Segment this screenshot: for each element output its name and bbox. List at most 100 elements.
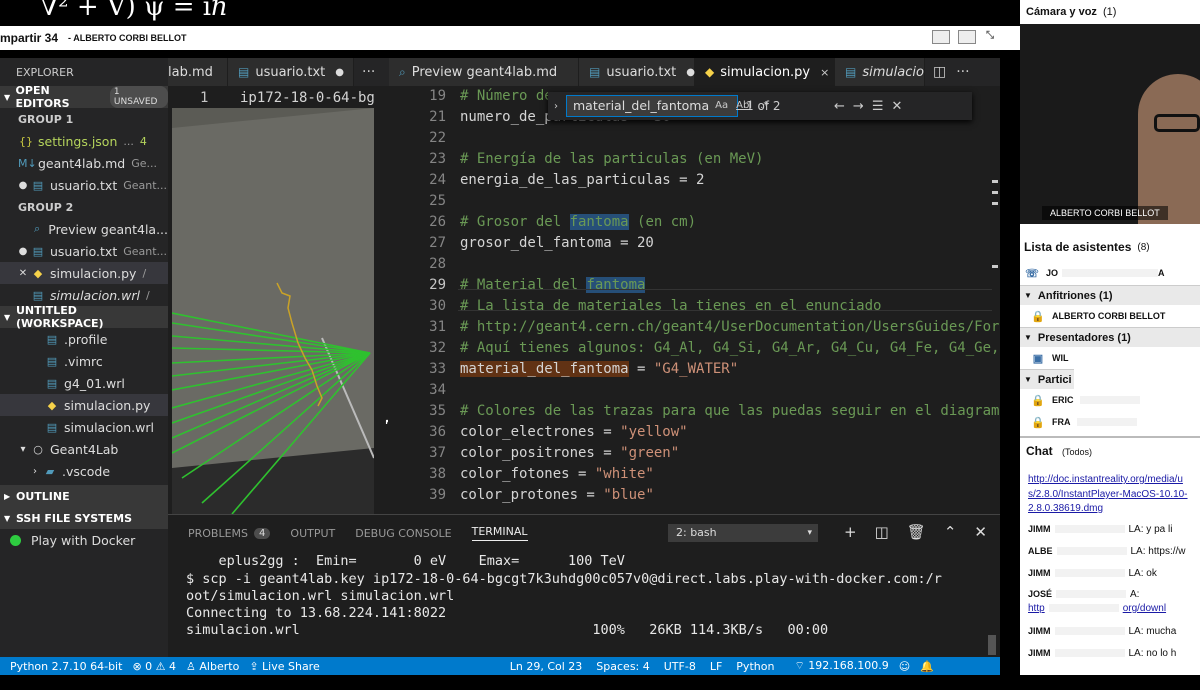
maximize-panel-icon[interactable]: ⌃ <box>944 523 957 541</box>
encoding[interactable]: UTF-8 <box>664 660 696 673</box>
code-line: # http://geant4.cern.ch/geant4/UserDocum… <box>460 317 999 338</box>
workspace-file[interactable]: ◆ simulacion.py <box>0 394 168 416</box>
network-status[interactable]: ⌔ 192.168.100.9 <box>794 659 888 673</box>
find-in-selection-icon[interactable]: ☰ <box>872 99 884 114</box>
message-text[interactable]: org/downl <box>1123 603 1166 614</box>
tab-terminal[interactable]: TERMINAL <box>471 525 528 541</box>
open-editor-simulacion-wrl[interactable]: ▤ simulacion.wrl / <box>0 284 168 306</box>
ssh-section[interactable]: ▼ SSH FILE SYSTEMS <box>0 507 168 529</box>
tab-preview-geant4lab[interactable]: ⌕ Preview geant4lab.md <box>389 58 579 86</box>
tab-output[interactable]: OUTPUT <box>290 527 335 540</box>
tab-usuario-txt[interactable]: ▤ usuario.txt ● <box>228 58 354 86</box>
open-editor-preview[interactable]: ⌕ Preview geant4la... <box>0 218 168 240</box>
workspace-file[interactable]: ▤ .vimrc <box>0 350 168 372</box>
chat-message[interactable]: http org/downl <box>1028 603 1198 614</box>
sender-name[interactable]: http <box>1028 603 1045 614</box>
workspace-subfolder[interactable]: › ▰ .vscode <box>0 460 168 482</box>
tab-lab-md[interactable]: lab.md <box>168 58 228 86</box>
arrow-up-icon[interactable]: ← <box>834 99 845 114</box>
terminal-select-value: 2: bash <box>676 526 717 539</box>
open-editors-section[interactable]: ▼ OPEN EDITORS 1 UNSAVED <box>0 84 168 110</box>
close-icon[interactable]: ✕ <box>974 523 987 541</box>
feedback-icon[interactable]: ☺ <box>899 660 910 673</box>
sender-name: JIMM <box>1028 626 1051 636</box>
workspace-section[interactable]: ▼ UNTITLED (WORKSPACE) <box>0 304 168 330</box>
host-row[interactable]: 🔒 ALBERTO CORBI BELLOT <box>1020 306 1200 326</box>
unsaved-dot-icon[interactable]: ● <box>335 67 344 78</box>
workspace-file[interactable]: ▤ .profile <box>0 328 168 350</box>
bell-icon[interactable]: 🔔 <box>920 660 934 673</box>
terminal-select[interactable]: 2: bash ▾ <box>668 524 818 542</box>
tab-problems[interactable]: PROBLEMS 4 <box>188 527 271 540</box>
tab-usuario-txt-2[interactable]: ▤ usuario.txt ● <box>579 58 695 86</box>
split-editor-icon[interactable]: ◫ <box>933 64 946 80</box>
participant-name: ERIC <box>1052 395 1074 405</box>
trash-icon[interactable]: 🗑 <box>907 523 926 541</box>
open-editor-simulacion-py[interactable]: ✕ ◆ simulacion.py / <box>0 262 168 284</box>
tab-simulacion-wrl[interactable]: ▤ simulacio <box>835 58 925 86</box>
chevron-right-icon: ▶ <box>4 491 11 501</box>
indentation[interactable]: Spaces: 4 <box>596 660 649 673</box>
layout-full-icon[interactable] <box>958 30 976 44</box>
chevron-down-icon: ▾ <box>807 528 812 538</box>
find-input[interactable]: material_del_fantoma Aa Abl .* <box>566 95 768 117</box>
presenters-section[interactable]: ▼ Presentadores (1) <box>1020 327 1200 347</box>
open-editor-settings-json[interactable]: {} settings.json ... 4 <box>0 130 168 152</box>
line-number: 25 <box>429 193 446 209</box>
host-lock-icon: 🔒 <box>1031 310 1045 323</box>
close-icon[interactable]: ✕ <box>891 99 902 114</box>
scrollbar[interactable] <box>988 635 996 655</box>
workspace-folder[interactable]: ▾ ○ Geant4Lab <box>0 438 168 460</box>
attendee-row[interactable]: ☏ JO A <box>1020 263 1200 283</box>
chat-link-text[interactable]: 2.8.0.38619.dmg <box>1028 503 1103 514</box>
chat-link[interactable]: http://doc.instantreality.org/media/u <box>1028 474 1198 485</box>
cursor-position[interactable]: Ln 29, Col 23 <box>510 660 583 673</box>
language-mode[interactable]: Python <box>736 660 774 673</box>
unsaved-dot-icon[interactable]: ● <box>686 67 695 78</box>
workspace-file[interactable]: ▤ simulacion.wrl <box>0 416 168 438</box>
close-icon[interactable]: ✕ <box>16 268 30 279</box>
open-editor-usuario-txt[interactable]: ● ▤ usuario.txt Geant... <box>0 174 168 196</box>
line-number: 22 <box>429 130 446 146</box>
presenter-row[interactable]: ▣ WIL <box>1020 348 1200 368</box>
status-online-icon <box>10 534 21 546</box>
chevron-right-icon[interactable]: › <box>554 101 558 112</box>
participants-section[interactable]: ▼ Partici <box>1020 369 1074 389</box>
more-actions-icon[interactable]: ··· <box>354 58 389 86</box>
match-case-toggle[interactable]: Aa <box>715 96 728 116</box>
arrow-down-icon[interactable]: → <box>853 99 864 114</box>
host-name: ALBERTO CORBI BELLOT <box>1052 311 1166 321</box>
minimap-markers <box>992 180 998 280</box>
participant-row[interactable]: 🔒 FRA <box>1020 412 1200 432</box>
outline-section[interactable]: ▶ OUTLINE <box>0 485 168 507</box>
problems-status[interactable]: ⊗ 0 ⚠ 4 <box>132 660 176 673</box>
expand-icon[interactable]: ⤡ <box>986 30 1004 44</box>
chat-link[interactable]: s/2.8.0/InstantPlayer-MacOS-10.10- <box>1028 489 1198 500</box>
vrml-3d-viewport[interactable] <box>172 108 374 514</box>
add-terminal-icon[interactable]: + <box>844 523 857 541</box>
tab-debug-console[interactable]: DEBUG CONSOLE <box>355 527 451 540</box>
bottom-panel: PROBLEMS 4 OUTPUT DEBUG CONSOLE TERMINAL… <box>168 514 1000 672</box>
close-icon[interactable]: × <box>820 66 829 79</box>
open-editor-usuario-txt-2[interactable]: ● ▤ usuario.txt Geant... <box>0 240 168 262</box>
ssh-docker-item[interactable]: Play with Docker <box>0 529 168 551</box>
more-actions-icon[interactable]: ··· <box>956 64 969 80</box>
open-editor-geant4lab-md[interactable]: M↓ geant4lab.md Ge... <box>0 152 168 174</box>
file-icon: ▤ <box>32 288 44 302</box>
hosts-section[interactable]: ▼ Anfitriones (1) <box>1020 285 1200 305</box>
chat-link-text[interactable]: s/2.8.0/InstantPlayer-MacOS-10.10- <box>1028 489 1188 500</box>
item-label: settings.json <box>38 133 118 149</box>
split-terminal-icon[interactable]: ◫ <box>875 523 889 541</box>
live-share-status[interactable]: ⇪ Live Share <box>249 660 319 673</box>
tab-simulacion-py[interactable]: ◆ simulacion.py × <box>695 58 835 86</box>
message-text: LA: y pa li <box>1128 524 1173 535</box>
participant-row[interactable]: 🔒 ERIC <box>1020 390 1200 410</box>
workspace-file[interactable]: ▤ g4_01.wrl <box>0 372 168 394</box>
end-of-line[interactable]: LF <box>710 660 722 673</box>
account-status[interactable]: ♙ Alberto <box>186 660 239 673</box>
layout-single-icon[interactable] <box>932 30 950 44</box>
chat-link-text[interactable]: http://doc.instantreality.org/media/u <box>1028 474 1183 485</box>
redacted-block <box>1056 547 1127 556</box>
python-interpreter[interactable]: Python 2.7.10 64-bit <box>10 660 122 673</box>
chat-link[interactable]: 2.8.0.38619.dmg <box>1028 503 1198 514</box>
